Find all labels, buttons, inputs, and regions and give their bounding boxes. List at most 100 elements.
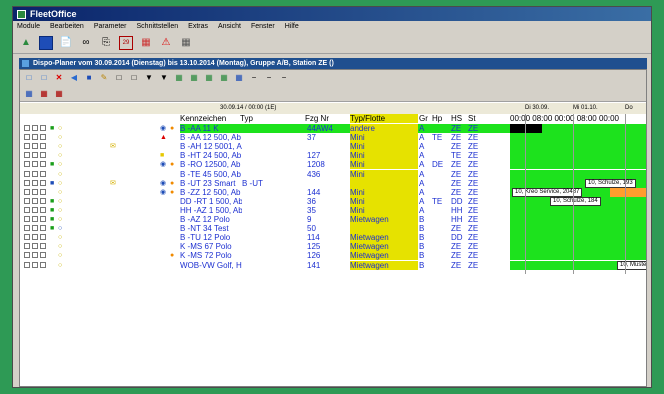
menu-item-parameter[interactable]: Parameter xyxy=(94,21,127,33)
row-checkbox[interactable] xyxy=(24,143,30,150)
minus-icon-2[interactable]: − xyxy=(264,73,274,83)
table-row[interactable]: ■ ○ B -AZ 12 Polo 9 Mietwagen B HH ZE xyxy=(20,215,646,224)
row-checkbox[interactable] xyxy=(24,179,30,186)
row-checkbox[interactable] xyxy=(40,206,46,213)
first-icon[interactable]: ◀ xyxy=(69,73,79,83)
delete-icon[interactable]: ✕ xyxy=(54,73,64,83)
row-checkbox[interactable] xyxy=(24,234,30,241)
row-checkbox[interactable] xyxy=(32,261,38,268)
table-row[interactable]: ■ ○ HH -AZ 1 500, Ab 35 Mini A HH ZE xyxy=(20,205,646,215)
row-checkbox[interactable] xyxy=(24,152,30,159)
frame-icon-2[interactable]: □ xyxy=(129,73,139,83)
new-icon[interactable]: □ xyxy=(24,73,34,83)
filter-icon-2[interactable]: ▼ xyxy=(159,73,169,83)
booking-block[interactable] xyxy=(510,124,542,133)
menu-item-extras[interactable]: Extras xyxy=(188,21,208,33)
row-checkbox[interactable] xyxy=(40,252,46,259)
mail-icon[interactable]: ✉ xyxy=(110,142,116,151)
row-checkbox[interactable] xyxy=(24,197,30,204)
row-checkbox[interactable] xyxy=(32,179,38,186)
grid-icon[interactable]: ▦ xyxy=(179,36,193,50)
booking-label[interactable]: 10, Schulze, 184 xyxy=(550,196,601,206)
menu-item-fenster[interactable]: Fenster xyxy=(251,21,275,33)
row-checkbox[interactable] xyxy=(32,125,38,131)
row-checkbox[interactable] xyxy=(32,225,38,232)
report-icon[interactable]: ▦ xyxy=(139,36,153,50)
row-checkbox[interactable] xyxy=(32,134,38,141)
row-checkbox[interactable] xyxy=(32,152,38,159)
booking-orange-bar[interactable] xyxy=(610,187,646,197)
row-checkbox[interactable] xyxy=(32,243,38,250)
info-icon[interactable]: ◉ xyxy=(160,179,166,188)
row-checkbox[interactable] xyxy=(32,234,38,241)
row-checkbox[interactable] xyxy=(32,188,38,195)
row-checkbox[interactable] xyxy=(32,206,38,213)
row-checkbox[interactable] xyxy=(24,243,30,250)
booking-label[interactable]: 10, Kreo Service, 20487 xyxy=(512,187,583,197)
booking-label[interactable]: 10, Muster xyxy=(617,260,646,270)
module-icon[interactable]: ▲ xyxy=(19,36,33,50)
row-checkbox[interactable] xyxy=(24,206,30,213)
pen-icon[interactable]: ✎ xyxy=(99,73,109,83)
row-checkbox[interactable] xyxy=(40,188,46,195)
menu-item-bearbeiten[interactable]: Bearbeiten xyxy=(50,21,84,33)
menu-item-schnittstellen[interactable]: Schnittstellen xyxy=(137,21,179,33)
row-checkbox[interactable] xyxy=(40,197,46,204)
menu-item-hilfe[interactable]: Hilfe xyxy=(285,21,299,33)
row-checkbox[interactable] xyxy=(40,216,46,222)
info-icon[interactable]: ◉ xyxy=(160,188,166,197)
row-checkbox[interactable] xyxy=(40,234,46,241)
column-header-hs[interactable]: HS xyxy=(451,114,462,123)
table-row[interactable]: ■ ○ B -NT 34 Test 50 B ZE ZE xyxy=(20,224,646,234)
table-row[interactable]: ○ K -MS 67 Polo 125 Mietwagen B ZE ZE xyxy=(20,242,646,252)
mail-icon[interactable]: ✉ xyxy=(110,179,116,188)
row-checkbox[interactable] xyxy=(24,225,30,232)
open-icon[interactable]: □ xyxy=(39,73,49,83)
filter-icon[interactable]: ▼ xyxy=(144,73,154,83)
row-checkbox[interactable] xyxy=(40,225,46,232)
row-checkbox[interactable] xyxy=(32,143,38,150)
row-checkbox[interactable] xyxy=(24,261,30,268)
row-checkbox[interactable] xyxy=(24,161,30,168)
column-header-typflotte[interactable]: Typ/Flotte xyxy=(350,114,418,123)
table-row[interactable]: ○ WOB-VW Golf, Hi 141 Mietwagen B ZE ZE xyxy=(20,260,646,270)
row-checkbox[interactable] xyxy=(32,161,38,168)
warning-icon[interactable]: ⚠ xyxy=(159,36,173,50)
calendar-range-icon[interactable]: ▦ xyxy=(54,89,64,99)
row-checkbox[interactable] xyxy=(40,261,46,268)
row-checkbox[interactable] xyxy=(40,243,46,250)
table-row[interactable]: ○ ■ B -HT 24 500, Ab 127 Mini A TE ZE xyxy=(20,151,646,161)
view-icon[interactable]: ▦ xyxy=(24,89,34,99)
row-checkbox[interactable] xyxy=(24,170,30,177)
table-row[interactable]: ■ ○ ◉ ● B -RO 12500, Ab 1208 Mini A DE ZE ZE xyxy=(20,160,646,170)
calendar-small-icon[interactable]: ▦ xyxy=(39,89,49,99)
row-checkbox[interactable] xyxy=(40,134,46,141)
column-header-st[interactable]: St xyxy=(468,114,476,123)
minus-icon-1[interactable]: − xyxy=(249,73,259,83)
row-checkbox[interactable] xyxy=(24,188,30,195)
column-header-hp[interactable]: Hp xyxy=(432,114,442,123)
warning-dot-icon[interactable]: ● xyxy=(170,124,174,133)
row-checkbox[interactable] xyxy=(40,143,46,150)
frame-icon-1[interactable]: □ xyxy=(114,73,124,83)
booking-label[interactable]: 10, Schulze, 193 xyxy=(585,178,636,188)
row-checkbox[interactable] xyxy=(24,134,30,141)
warning-dot-icon[interactable]: ● xyxy=(170,179,174,188)
warning-dot-icon[interactable]: ● xyxy=(170,188,174,197)
print-icon[interactable]: ⎘ xyxy=(99,36,113,50)
table-icon-1[interactable]: ▦ xyxy=(174,73,184,83)
note-icon[interactable]: ■ xyxy=(160,151,164,160)
table-row[interactable]: ○ ▲ B -AA 12 500, Ab 37 Mini A TE ZE ZE xyxy=(20,133,646,143)
save-icon[interactable] xyxy=(39,36,53,50)
info-icon[interactable]: ◉ xyxy=(160,160,166,169)
table-icon-4[interactable]: ▦ xyxy=(219,73,229,83)
row-checkbox[interactable] xyxy=(40,152,46,159)
table-row[interactable]: ■ ○ ✉ ◉ ● B -UT 23 Smart B -UT A ZE ZE xyxy=(20,178,646,188)
row-checkbox[interactable] xyxy=(40,170,46,177)
table-row[interactable]: ○ B -TE 45 500, Ab 436 Mini A ZE ZE xyxy=(20,169,646,179)
table-icon-2[interactable]: ▦ xyxy=(189,73,199,83)
row-checkbox[interactable] xyxy=(40,161,46,168)
column-header-typ[interactable]: Typ xyxy=(240,114,253,123)
row-checkbox[interactable] xyxy=(32,252,38,259)
row-checkbox[interactable] xyxy=(24,216,30,222)
